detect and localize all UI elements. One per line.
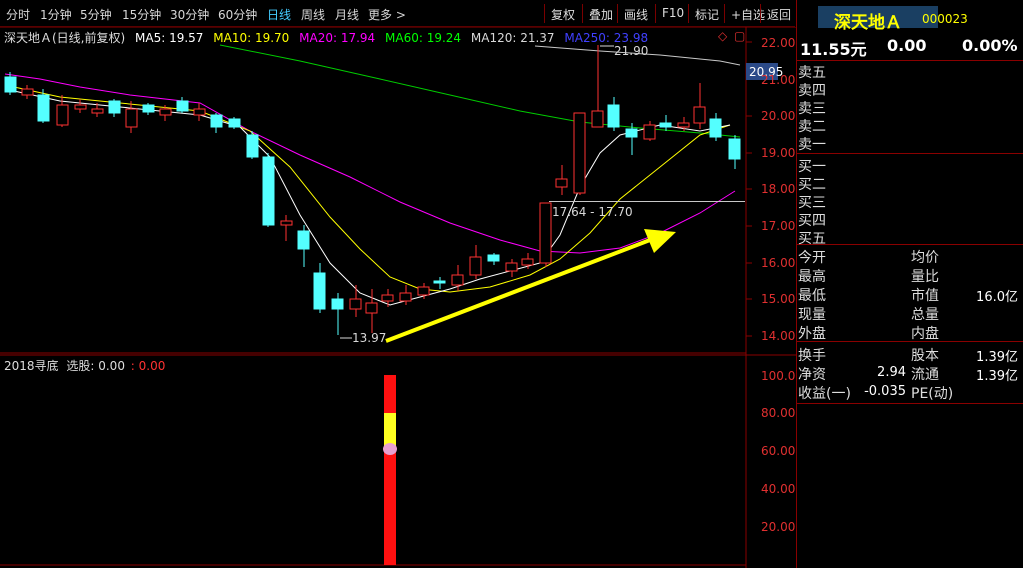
adjust-button[interactable]: 复权 — [544, 4, 581, 23]
sell-level-4: 卖四 — [798, 83, 826, 99]
diamond-icon[interactable]: ◇ — [718, 29, 727, 43]
last-price: 11.55元 — [800, 40, 867, 59]
y-tick: 22.00 — [761, 36, 796, 50]
open-label: 今开 — [798, 250, 826, 266]
pe-label: PE(动) — [911, 386, 954, 402]
indicator-y-tick: 80.00 — [761, 406, 796, 420]
indicator-y-tick: 20.00 — [761, 520, 796, 534]
tab-more[interactable]: 更多 > — [368, 6, 406, 23]
indicator-select-value: : 0.00 — [130, 359, 166, 373]
y-tick: 14.00 — [761, 329, 796, 343]
high-annotation: 21.90 — [614, 44, 648, 58]
indicator-bar — [383, 375, 397, 565]
kline-chart[interactable]: 21.90 13.97 17.64 - 17.70 20.95 — [0, 27, 796, 568]
net-asset-label: 净资 — [798, 367, 826, 383]
y-tick: 15.00 — [761, 292, 796, 306]
trend-arrow — [385, 229, 676, 343]
high-label: 最高 — [798, 269, 826, 285]
net-asset-value: 2.94 — [877, 365, 906, 380]
y-tick: 21.00 — [761, 73, 796, 87]
chart-title: 深天地Ａ(日线,前复权) — [4, 31, 126, 45]
f10-button[interactable]: F10 — [655, 4, 690, 23]
ma120-legend: MA120: 21.37 — [470, 31, 555, 45]
buy-level-2: 买二 — [798, 177, 826, 193]
tab-monthly[interactable]: 月线 — [335, 6, 359, 23]
draw-line-button[interactable]: 画线 — [617, 4, 654, 23]
sell-level-2: 卖二 — [798, 119, 826, 135]
total-shares-value: 1.39亿 — [976, 350, 1018, 365]
inner-label: 内盘 — [911, 326, 939, 342]
ma5-legend: MA5: 19.57 — [135, 31, 204, 45]
range-annotation: 17.64 - 17.70 — [552, 205, 633, 219]
indicator-legend: 2018寻底 选股: 0.00 : 0.00 — [4, 357, 165, 374]
eps-label: 收益(一) — [798, 386, 851, 402]
back-button[interactable]: 返回 — [760, 4, 797, 23]
ma5-line — [4, 88, 731, 306]
y-tick: 17.00 — [761, 219, 796, 233]
avg-price-label: 均价 — [911, 250, 939, 266]
quote-panel — [796, 0, 1023, 568]
total-volume-label: 总量 — [911, 307, 939, 323]
ma60-legend: MA60: 19.24 — [385, 31, 462, 45]
sell-level-3: 卖三 — [798, 101, 826, 117]
buy-level-4: 买四 — [798, 213, 826, 229]
tab-60min[interactable]: 60分钟 — [218, 6, 257, 23]
indicator-select-label: 选股: 0.00 — [66, 359, 125, 373]
tab-weekly[interactable]: 周线 — [301, 6, 325, 23]
eps-value: -0.035 — [864, 384, 906, 399]
indicator-y-tick: 60.00 — [761, 444, 796, 458]
price-change-pct: 0.00% — [962, 36, 1018, 55]
turnover-label: 换手 — [798, 348, 826, 364]
low-annotation: 13.97 — [352, 331, 386, 345]
market-cap-label: 市值 — [911, 288, 939, 304]
mark-button[interactable]: 标记 — [688, 4, 725, 23]
tab-1min[interactable]: 1分钟 — [40, 6, 72, 23]
candle-up — [21, 45, 706, 333]
y-tick: 19.00 — [761, 146, 796, 160]
sell-level-1: 卖一 — [798, 137, 826, 153]
y-tick: 16.00 — [761, 256, 796, 270]
window-toggle-icon[interactable]: ▢ — [734, 29, 745, 43]
volume-ratio-label: 量比 — [911, 269, 939, 285]
low-label: 最低 — [798, 288, 826, 304]
ma250-legend: MA250: 23.98 — [564, 31, 649, 45]
market-cap-value: 16.0亿 — [976, 290, 1018, 305]
stock-name: 深天地Ａ — [834, 13, 902, 33]
buy-level-3: 买三 — [798, 195, 826, 211]
stock-code: 000023 — [922, 12, 968, 26]
total-shares-label: 股本 — [911, 348, 939, 364]
indicator-y-tick: 100.0 — [761, 369, 796, 383]
sell-level-5: 卖五 — [798, 65, 826, 81]
candlesticks — [4, 45, 741, 335]
buy-level-1: 买一 — [798, 159, 826, 175]
outer-label: 外盘 — [798, 326, 826, 342]
period-toolbar: 分时 1分钟 5分钟 15分钟 30分钟 60分钟 日线 周线 月线 更多 > … — [0, 0, 795, 27]
y-tick: 20.00 — [761, 109, 796, 123]
indicator-y-tick: 40.00 — [761, 482, 796, 496]
float-shares-label: 流通 — [911, 367, 939, 383]
tab-5min[interactable]: 5分钟 — [80, 6, 112, 23]
float-shares-value: 1.39亿 — [976, 369, 1018, 384]
ma20-legend: MA20: 17.94 — [299, 31, 376, 45]
price-change: 0.00 — [887, 36, 927, 55]
tab-15min[interactable]: 15分钟 — [122, 6, 161, 23]
ma10-legend: MA10: 19.70 — [213, 31, 290, 45]
overlay-button[interactable]: 叠加 — [582, 4, 619, 23]
ma-legend: 深天地Ａ(日线,前复权) MA5: 19.57 MA10: 19.70 MA20… — [4, 29, 654, 46]
range-box-line — [549, 201, 745, 202]
y-tick: 18.00 — [761, 182, 796, 196]
tab-daily[interactable]: 日线 — [267, 6, 291, 23]
buy-level-5: 买五 — [798, 231, 826, 247]
tab-30min[interactable]: 30分钟 — [170, 6, 209, 23]
volume-now-label: 现量 — [798, 307, 826, 323]
tab-intraday[interactable]: 分时 — [6, 6, 30, 23]
indicator-title: 2018寻底 — [4, 359, 59, 373]
